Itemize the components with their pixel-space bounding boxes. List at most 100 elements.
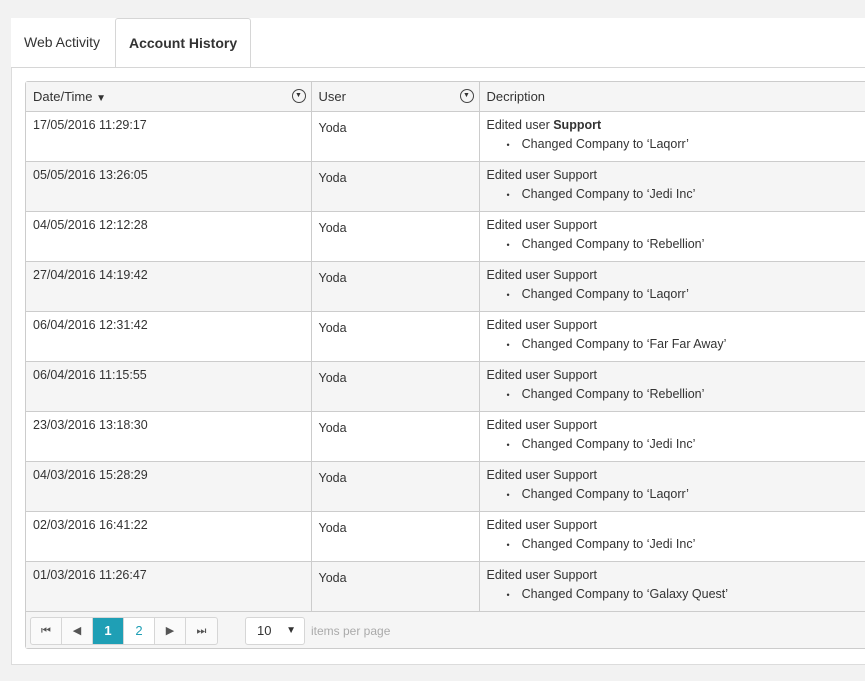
- user-cell: Yoda: [311, 311, 480, 362]
- table-row[interactable]: 04/03/2016 15:28:29 Yoda Edited user Sup…: [26, 461, 865, 512]
- page-size-value: 10: [257, 622, 272, 638]
- user-cell: Yoda: [311, 361, 480, 412]
- filter-icon[interactable]: ▼: [291, 89, 306, 103]
- description-cell: Edited user Support Changed Company to ‘R…: [479, 211, 865, 262]
- column-header-datetime[interactable]: Date/Time ▼ ▼: [26, 82, 312, 112]
- target-user: Support: [553, 567, 597, 582]
- change-item: Changed Company to ‘Galaxy Quest’: [507, 587, 859, 601]
- user-cell: Yoda: [311, 211, 480, 262]
- datetime-cell: 23/03/2016 13:18:30: [26, 411, 312, 462]
- change-item: Changed Company to ‘Laqorr’: [507, 137, 859, 151]
- table-row[interactable]: 23/03/2016 13:18:30 Yoda Edited user Sup…: [26, 411, 865, 462]
- page-1-button[interactable]: 1: [93, 617, 124, 644]
- column-header-description[interactable]: Decription: [479, 82, 865, 112]
- target-user: Support: [553, 467, 597, 482]
- table-row[interactable]: 06/04/2016 12:31:42 Yoda Edited user Sup…: [26, 311, 865, 362]
- user-cell: Yoda: [311, 161, 480, 212]
- table-row[interactable]: 04/05/2016 12:12:28 Yoda Edited user Sup…: [26, 211, 865, 262]
- tab-bar: Web Activity Account History: [11, 18, 865, 67]
- table-row[interactable]: 05/05/2016 13:26:05 Yoda Edited user Sup…: [26, 161, 865, 212]
- target-user: Support: [553, 117, 602, 132]
- description-line: Edited user Support: [487, 368, 859, 382]
- description-cell: Edited user Support Changed Company to ‘L…: [479, 111, 865, 162]
- target-user: Support: [553, 517, 597, 532]
- datetime-cell: 17/05/2016 11:29:17: [26, 111, 312, 162]
- datetime-cell: 27/04/2016 14:19:42: [26, 261, 312, 312]
- action-text: Edited user: [486, 267, 554, 282]
- datetime-cell: 06/04/2016 11:15:55: [26, 361, 312, 412]
- action-text: Edited user: [486, 417, 554, 432]
- action-text: Edited user: [486, 117, 554, 132]
- datetime-cell: 05/05/2016 13:26:05: [26, 161, 312, 212]
- change-item: Changed Company to ‘Rebellion’: [507, 237, 859, 251]
- user-cell: Yoda: [311, 111, 480, 162]
- description-cell: Edited user Support Changed Company to ‘F…: [479, 311, 865, 362]
- page-2-button[interactable]: 2: [124, 617, 155, 644]
- user-cell: Yoda: [311, 561, 480, 612]
- user-cell: Yoda: [311, 261, 480, 312]
- target-user: Support: [553, 367, 597, 382]
- account-history-grid: Date/Time ▼ ▼ User ▼ Decription 17/05/2016…: [25, 81, 865, 649]
- tab-web-activity[interactable]: Web Activity: [11, 18, 113, 67]
- target-user: Support: [553, 217, 597, 232]
- target-user: Support: [553, 417, 597, 432]
- action-text: Edited user: [486, 317, 554, 332]
- table-row[interactable]: 01/03/2016 11:26:47 Yoda Edited user Sup…: [26, 561, 865, 612]
- description-cell: Edited user Support Changed Company to ‘G…: [479, 561, 865, 612]
- datetime-cell: 01/03/2016 11:26:47: [26, 561, 312, 612]
- description-cell: Edited user Support Changed Company to ‘L…: [479, 261, 865, 312]
- description-line: Edited user Support: [487, 468, 859, 482]
- description-cell: Edited user Support Changed Company to ‘J…: [479, 161, 865, 212]
- user-cell: Yoda: [311, 411, 480, 462]
- description-line: Edited user Support: [487, 568, 859, 582]
- action-text: Edited user: [486, 167, 554, 182]
- change-item: Changed Company to ‘Jedi Inc’: [507, 537, 859, 551]
- description-line: Edited user Support: [487, 168, 859, 182]
- action-text: Edited user: [486, 517, 554, 532]
- column-header-user[interactable]: User ▼: [311, 82, 480, 112]
- last-page-button[interactable]: ⏭: [186, 618, 217, 644]
- datetime-cell: 04/05/2016 12:12:28: [26, 211, 312, 262]
- change-item: Changed Company to ‘Jedi Inc’: [507, 437, 859, 451]
- tab-account-history[interactable]: Account History: [115, 18, 252, 67]
- action-text: Edited user: [486, 367, 554, 382]
- sort-desc-icon: ▼: [96, 92, 107, 104]
- datetime-cell: 04/03/2016 15:28:29: [26, 461, 312, 512]
- description-line: Edited user Support: [487, 218, 859, 232]
- filter-icon[interactable]: ▼: [459, 89, 474, 103]
- change-item: Changed Company to ‘Laqorr’: [507, 487, 859, 501]
- table-row[interactable]: 27/04/2016 14:19:42 Yoda Edited user Sup…: [26, 261, 865, 312]
- change-item: Changed Company to ‘Jedi Inc’: [507, 187, 859, 201]
- first-page-button[interactable]: ⏮: [31, 617, 62, 644]
- prev-page-button[interactable]: ◀: [62, 617, 93, 644]
- change-item: Changed Company to ‘Laqorr’: [507, 287, 859, 301]
- action-text: Edited user: [486, 567, 554, 582]
- target-user: Support: [553, 317, 597, 332]
- description-line: Edited user Support: [487, 518, 859, 532]
- tab-divider: [11, 67, 865, 68]
- table-row[interactable]: 02/03/2016 16:41:22 Yoda Edited user Sup…: [26, 511, 865, 562]
- description-line: Edited user Support: [487, 268, 859, 282]
- change-item: Changed Company to ‘Far Far Away’: [507, 337, 859, 351]
- action-text: Edited user: [486, 467, 554, 482]
- action-text: Edited user: [486, 217, 554, 232]
- user-cell: Yoda: [311, 511, 480, 562]
- items-per-page-label: items per page: [311, 623, 391, 638]
- table-row[interactable]: 17/05/2016 11:29:17 Yoda Edited user Sup…: [26, 111, 865, 162]
- description-line: Edited user Support: [487, 418, 859, 432]
- chevron-down-icon: ▼: [286, 624, 296, 636]
- description-cell: Edited user Support Changed Company to ‘L…: [479, 461, 865, 512]
- change-item: Changed Company to ‘Rebellion’: [507, 387, 859, 401]
- target-user: Support: [553, 167, 597, 182]
- description-cell: Edited user Support Changed Company to ‘R…: [479, 361, 865, 412]
- user-header-label: User: [318, 88, 346, 104]
- description-cell: Edited user Support Changed Company to ‘J…: [479, 511, 865, 562]
- pager: ⏮ ◀ 1 2 ▶ ⏭ 10 ▼ items per page: [26, 611, 865, 648]
- table-row[interactable]: 06/04/2016 11:15:55 Yoda Edited user Sup…: [26, 361, 865, 412]
- description-line: Edited user Support: [487, 318, 859, 332]
- target-user: Support: [553, 267, 597, 282]
- next-page-button[interactable]: ▶: [155, 617, 186, 644]
- user-cell: Yoda: [311, 461, 480, 512]
- page-size-select[interactable]: 10 ▼: [245, 616, 305, 645]
- datetime-cell: 02/03/2016 16:41:22: [26, 511, 312, 562]
